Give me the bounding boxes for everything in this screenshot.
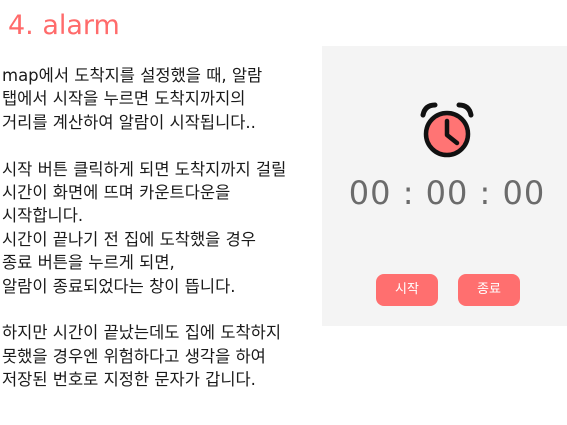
- description-line: 시간이 화면에 뜨며 카운트다운을: [2, 183, 231, 203]
- countdown-timer: 00 : 00 : 00: [348, 174, 546, 212]
- description-line: 알람이 종료되었다는 창이 뜹니다.: [2, 276, 236, 296]
- alarm-clock-icon: [420, 102, 474, 158]
- description-line: 시작합니다.: [2, 206, 84, 226]
- section-title: 4. alarm: [8, 10, 120, 41]
- description-line: 탭에서 시작을 누르면 도착지까지의: [2, 89, 246, 109]
- description-line: 못했을 경우엔 위험하다고 생각을 하여: [2, 346, 266, 366]
- description-line: 시작 버튼 클릭하게 되면 도착지까지 걸릴: [2, 159, 287, 179]
- description-line: 종료 버튼을 누르게 되면,: [2, 253, 175, 273]
- description-line: 거리를 계산하여 알람이 시작됩니다..: [2, 112, 256, 132]
- description-line: 시간이 끝나기 전 집에 도착했을 경우: [2, 229, 256, 249]
- alarm-screen: 00 : 00 : 00 시작 종료: [322, 46, 567, 326]
- description-line: map에서 도착지를 설정했을 때, 알람: [2, 66, 263, 85]
- description-text: map에서 도착지를 설정했을 때, 알람 탭에서 시작을 누르면 도착지까지의…: [2, 64, 320, 392]
- stop-button[interactable]: 종료: [458, 274, 520, 306]
- slide-page: 4. alarm map에서 도착지를 설정했을 때, 알람 탭에서 시작을 누…: [0, 0, 567, 425]
- start-button[interactable]: 시작: [376, 274, 438, 306]
- description-line: 하지만 시간이 끝났는데도 집에 도착하지: [2, 323, 282, 343]
- description-line: 저장된 번호로 지정한 문자가 갑니다.: [2, 370, 256, 390]
